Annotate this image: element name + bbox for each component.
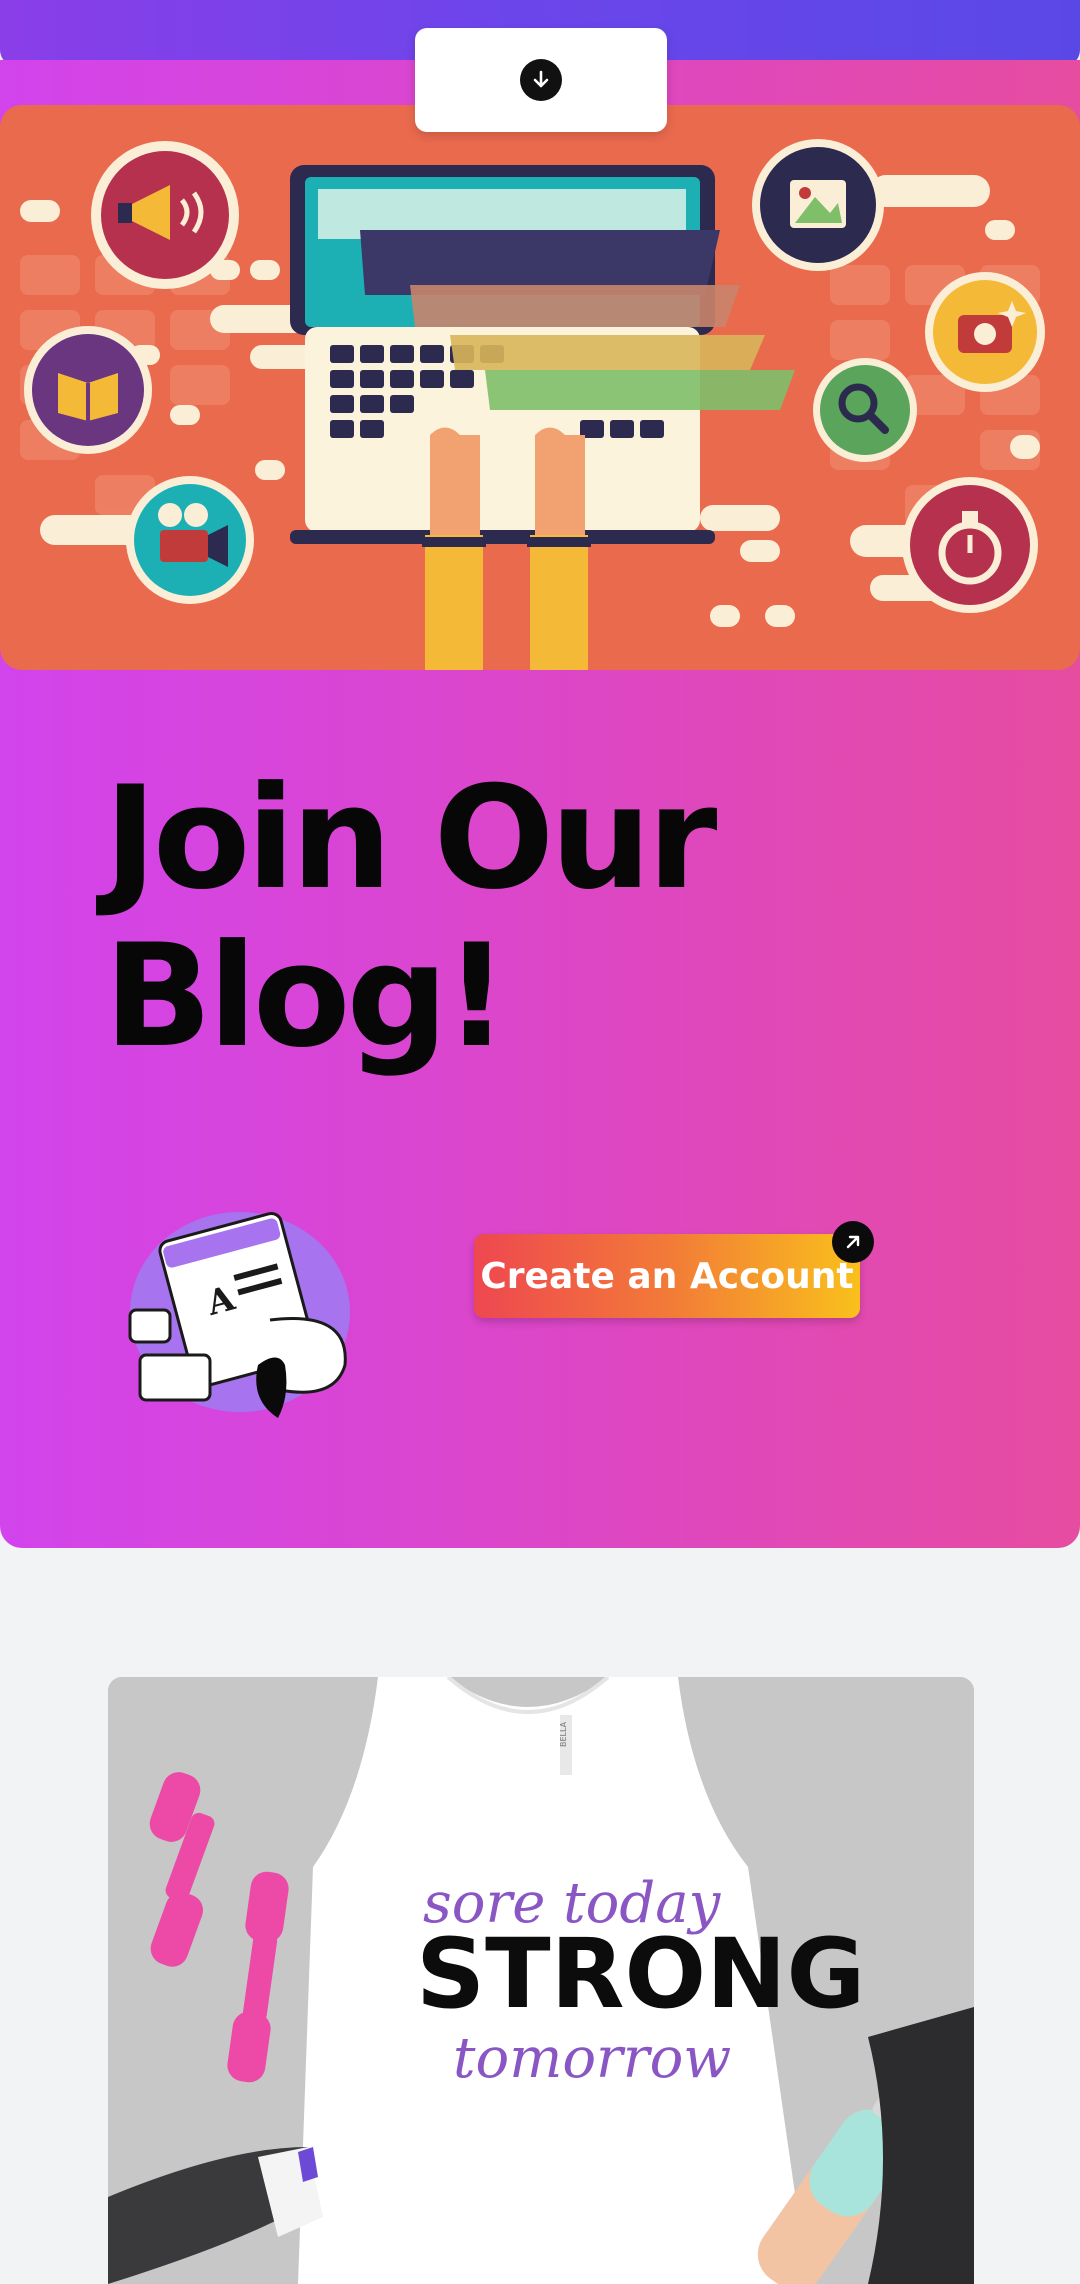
arrow-up-right-icon — [832, 1221, 874, 1263]
scroll-down-button[interactable] — [415, 28, 667, 132]
blog-illustration: A — [120, 1200, 360, 1425]
hero-illustration — [0, 105, 1080, 670]
create-account-button[interactable]: Create an Account — [474, 1234, 860, 1318]
shirt-line-2: STRONG — [416, 1918, 865, 2030]
garment-tag: BELLA — [559, 1721, 568, 1747]
product-image[interactable]: BELLA sore today STRONG tomorrow — [108, 1677, 974, 2284]
arrow-down-icon — [520, 59, 562, 101]
page-title: Join Our Blog! — [104, 756, 717, 1079]
shirt-line-3: tomorrow — [453, 2026, 731, 2091]
